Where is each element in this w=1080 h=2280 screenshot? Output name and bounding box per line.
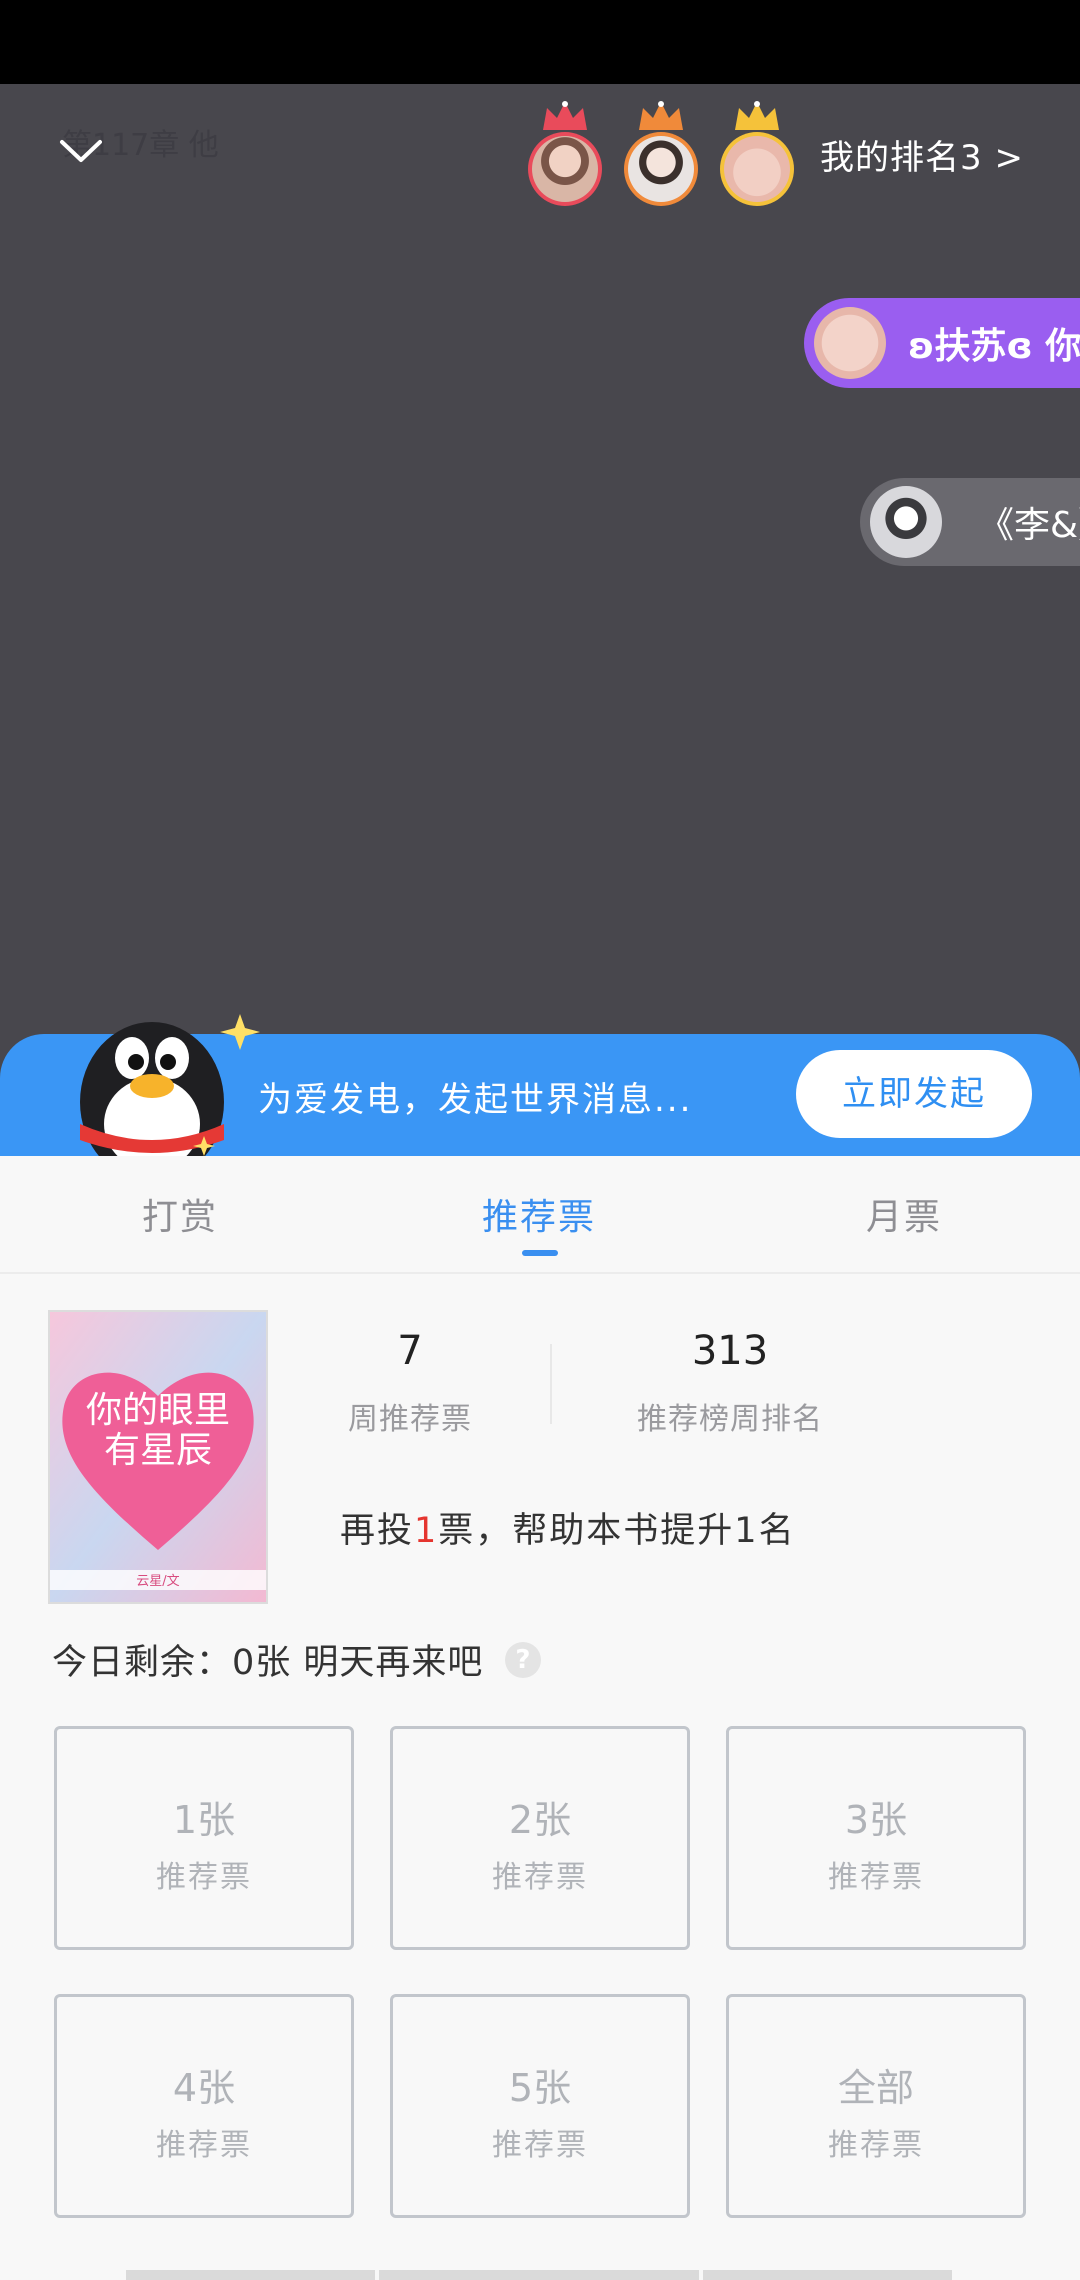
vote-1-button[interactable]: 1张 推荐票 xyxy=(54,1726,354,1950)
cheer-prefix: 再投 xyxy=(340,1511,415,1551)
remaining-tickets: 今日剩余： 0张 明天再来吧 ? xyxy=(52,1634,542,1685)
tab-monthly-ticket[interactable]: 月票 xyxy=(866,1188,942,1240)
avatar xyxy=(814,307,886,379)
vote-4-button[interactable]: 4张 推荐票 xyxy=(54,1994,354,2218)
chevron-down-icon[interactable] xyxy=(54,124,108,178)
weekly-rank-value: 313 xyxy=(691,1328,769,1374)
vote-count: 2张 xyxy=(508,1798,572,1842)
tab-reward[interactable]: 打赏 xyxy=(142,1188,218,1240)
vote-panel: 打赏 推荐票 月票 你的眼里 有星辰 云星/文 7 周推荐票 313 推荐榜周排… xyxy=(0,1156,1080,2280)
avatar-rank-2[interactable] xyxy=(624,101,698,206)
bottom-edge-segment xyxy=(702,2270,952,2280)
vote-type: 推荐票 xyxy=(156,1860,252,1895)
weekly-votes-value: 7 xyxy=(397,1328,423,1374)
bottom-edge-segment xyxy=(126,2270,376,2280)
remaining-value: 0张 明天再来吧 xyxy=(232,1643,484,1683)
vote-3-button[interactable]: 3张 推荐票 xyxy=(726,1726,1026,1950)
vote-count: 5张 xyxy=(508,2066,572,2110)
active-tab-indicator xyxy=(522,1250,558,1256)
my-rank-link[interactable]: 我的排名3 > xyxy=(820,130,1024,179)
reading-overlay: 第117章 他 我的排名3 > ʚ扶苏ɞ 你 《李& xyxy=(0,84,1080,1036)
vote-count: 全部 xyxy=(837,2066,914,2110)
weekly-rank-stat: 313 推荐榜周排名 xyxy=(580,1328,880,1438)
vote-2-button[interactable]: 2张 推荐票 xyxy=(390,1726,690,1950)
vote-type: 推荐票 xyxy=(492,2128,588,2163)
divider xyxy=(550,1344,552,1424)
banner-text: 为爱发电，发起世界消息... xyxy=(258,1080,693,1120)
book-cover[interactable]: 你的眼里 有星辰 云星/文 xyxy=(48,1310,268,1604)
remaining-label: 今日剩余： xyxy=(52,1643,233,1683)
weekly-rank-label: 推荐榜周排名 xyxy=(637,1402,823,1437)
vote-tabs: 打赏 推荐票 月票 xyxy=(0,1156,1080,1274)
weekly-votes-stat: 7 周推荐票 xyxy=(300,1328,520,1438)
cheer-message: 再投1票，帮助本书提升1名 xyxy=(340,1502,796,1553)
status-bar xyxy=(0,0,1080,84)
vote-type: 推荐票 xyxy=(156,2128,252,2163)
avatar-rank-1[interactable] xyxy=(528,101,602,206)
top-supporters[interactable] xyxy=(528,96,816,206)
cover-title-2: 有星辰 xyxy=(104,1430,212,1471)
help-icon[interactable]: ? xyxy=(505,1641,542,1678)
avatar xyxy=(870,486,942,558)
vote-5-button[interactable]: 5张 推荐票 xyxy=(390,1994,690,2218)
cover-title-1: 你的眼里 xyxy=(86,1390,230,1431)
barrage-text: ʚ扶苏ɞ 你 xyxy=(908,326,1080,367)
vote-type: 推荐票 xyxy=(828,2128,924,2163)
vote-count: 3张 xyxy=(844,1798,908,1842)
cheer-count: 1 xyxy=(414,1511,439,1551)
vote-type: 推荐票 xyxy=(828,1860,924,1895)
tab-recommend-ticket[interactable]: 推荐票 xyxy=(482,1188,596,1240)
barrage-message-1[interactable]: ʚ扶苏ɞ 你 xyxy=(804,298,1080,388)
barrage-message-2[interactable]: 《李&》 xyxy=(860,478,1080,566)
launch-button[interactable]: 立即发起 xyxy=(796,1050,1032,1138)
weekly-votes-label: 周推荐票 xyxy=(348,1402,472,1437)
avatar-rank-3[interactable] xyxy=(720,101,794,206)
vote-count: 4张 xyxy=(172,2066,236,2110)
vote-all-button[interactable]: 全部 推荐票 xyxy=(726,1994,1026,2218)
bottom-edge-segment xyxy=(379,2270,699,2280)
bottom-edge-tabs xyxy=(126,2270,956,2280)
penguin-mascot-icon xyxy=(80,1014,260,1156)
crown-icon xyxy=(543,101,587,130)
crown-icon xyxy=(639,101,683,130)
cheer-suffix: 票，帮助本书提升1名 xyxy=(438,1511,796,1551)
vote-count: 1张 xyxy=(172,1798,236,1842)
crown-icon xyxy=(735,101,779,130)
vote-type: 推荐票 xyxy=(492,1860,588,1895)
cover-author: 云星/文 xyxy=(136,1574,179,1589)
book-cover-art: 你的眼里 有星辰 云星/文 xyxy=(50,1312,266,1602)
barrage-text: 《李&》 xyxy=(978,505,1080,546)
